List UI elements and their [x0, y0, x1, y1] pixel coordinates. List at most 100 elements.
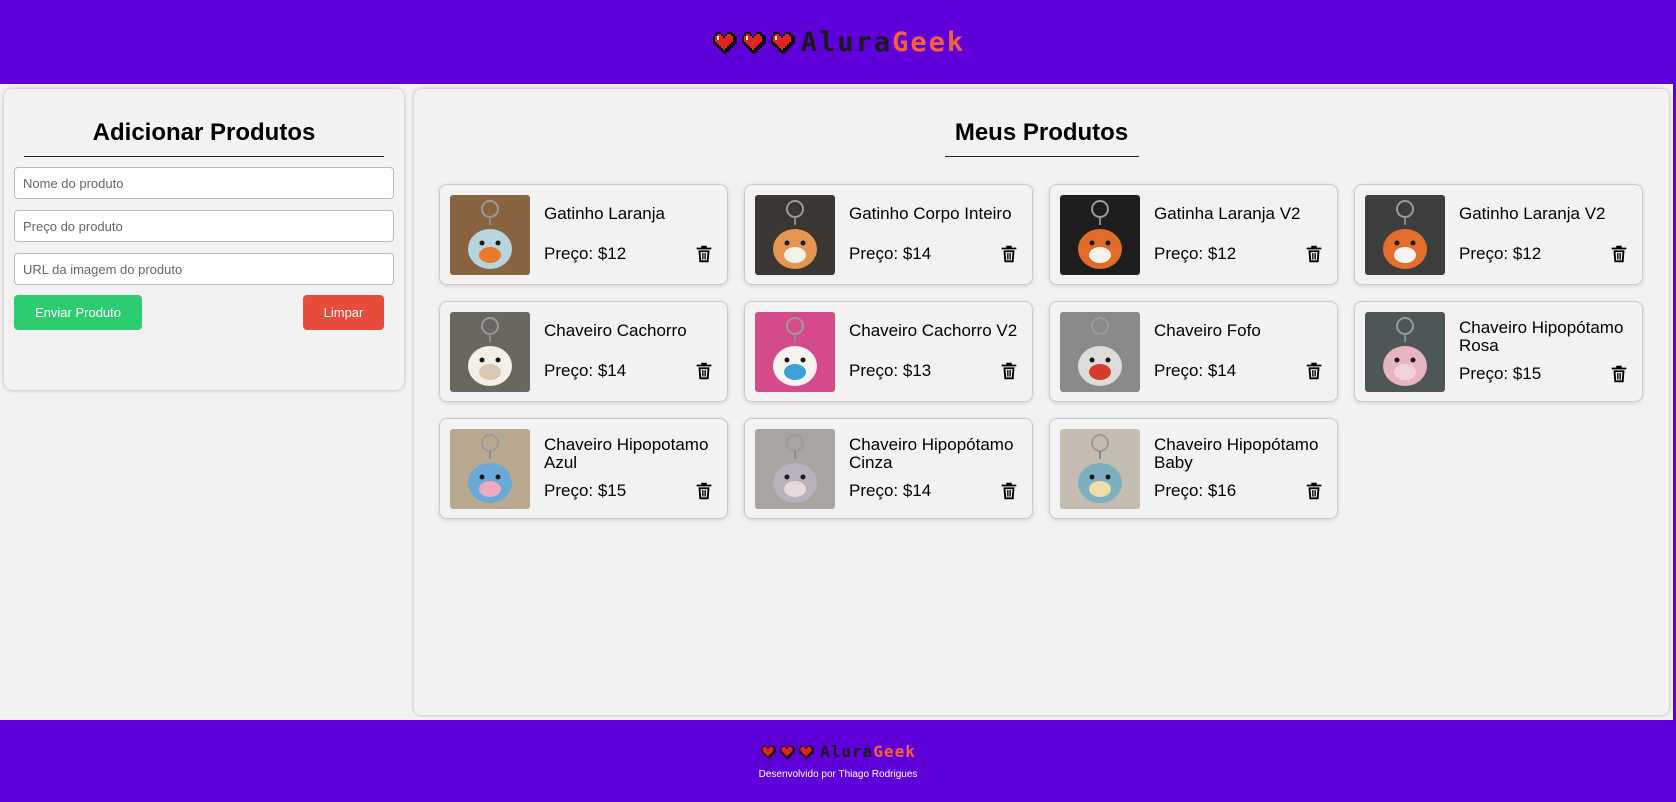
trash-icon[interactable]: [998, 360, 1020, 382]
product-image: [1060, 195, 1140, 275]
product-card: Gatinha Laranja V2 Preço: $12: [1049, 184, 1338, 285]
product-card: Gatinho Corpo Inteiro Preço: $14: [744, 184, 1033, 285]
add-product-panel: Adicionar Produtos Enviar Produto Limpar: [4, 89, 404, 390]
trash-icon[interactable]: [998, 480, 1020, 502]
product-card: Chaveiro Cachorro Preço: $14: [439, 301, 728, 402]
products-panel: Meus Produtos Gatinho Laranja Preço: $12 G…: [414, 89, 1669, 715]
product-name: Chaveiro Hipopótamo Baby: [1154, 434, 1319, 472]
pixel-heart-icon: [770, 32, 795, 54]
product-info: Gatinho Laranja Preço: $12: [544, 195, 715, 274]
trash-icon[interactable]: [693, 480, 715, 502]
product-card: Chaveiro Hipopotamo Azul Preço: $15: [439, 418, 728, 519]
footer-logo[interactable]: AluraGeek: [760, 742, 916, 761]
product-name: Gatinho Laranja V2: [1459, 203, 1606, 223]
product-image: [1060, 312, 1140, 392]
send-product-button[interactable]: Enviar Produto: [14, 295, 142, 330]
clear-form-button[interactable]: Limpar: [303, 295, 384, 330]
product-image: [450, 312, 530, 392]
product-name: Gatinho Laranja: [544, 203, 665, 223]
brand-logo[interactable]: AluraGeek: [711, 27, 965, 58]
product-info: Chaveiro Hipopotamo Azul Preço: $15: [544, 429, 715, 508]
site-header: AluraGeek: [0, 0, 1676, 84]
product-price: Preço: $14: [849, 480, 932, 500]
product-image: [450, 195, 530, 275]
pixel-heart-icon: [741, 32, 766, 54]
product-footer: Preço: $14: [849, 243, 1020, 265]
brand-suffix: Geek: [892, 26, 966, 58]
product-info: Chaveiro Cachorro V2 Preço: $13: [849, 312, 1020, 391]
product-name: Gatinho Corpo Inteiro: [849, 203, 1012, 223]
product-price: Preço: $15: [544, 480, 627, 500]
product-info: Chaveiro Hipopótamo Cinza Preço: $14: [849, 429, 1020, 508]
product-footer: Preço: $12: [1459, 243, 1630, 265]
trash-icon[interactable]: [693, 360, 715, 382]
trash-icon[interactable]: [693, 243, 715, 265]
product-info: Gatinho Corpo Inteiro Preço: $14: [849, 195, 1020, 274]
product-price: Preço: $12: [1154, 243, 1237, 263]
add-product-title: Adicionar Produtos: [92, 119, 316, 146]
product-image: [1060, 429, 1140, 509]
product-card: Chaveiro Hipopótamo Rosa Preço: $15: [1354, 301, 1643, 402]
brand-name: AluraGeek: [820, 742, 916, 761]
product-footer: Preço: $16: [1154, 480, 1325, 502]
product-price: Preço: $14: [1154, 360, 1237, 380]
product-card: Chaveiro Cachorro V2 Preço: $13: [744, 301, 1033, 402]
product-footer: Preço: $12: [544, 243, 715, 265]
brand-prefix: Alura: [820, 742, 874, 761]
product-image: [1365, 312, 1445, 392]
product-footer: Preço: $15: [544, 480, 715, 502]
product-name: Chaveiro Fofo: [1154, 320, 1261, 340]
product-image: [755, 429, 835, 509]
product-price: Preço: $15: [1459, 363, 1542, 383]
footer-credit: Desenvolvido por Thiago Rodrigues: [758, 769, 918, 780]
hearts-group: [711, 30, 795, 54]
trash-icon[interactable]: [1608, 363, 1630, 385]
trash-icon[interactable]: [1303, 480, 1325, 502]
product-card: Chaveiro Fofo Preço: $14: [1049, 301, 1338, 402]
trash-icon[interactable]: [1303, 243, 1325, 265]
trash-icon[interactable]: [1303, 360, 1325, 382]
product-price-input[interactable]: [14, 210, 394, 242]
product-image: [450, 429, 530, 509]
add-product-form: Enviar Produto Limpar: [4, 157, 404, 330]
hearts-group: [760, 744, 815, 759]
product-image-url-input[interactable]: [14, 253, 394, 285]
product-info: Chaveiro Hipopótamo Baby Preço: $16: [1154, 429, 1325, 508]
trash-icon[interactable]: [1608, 243, 1630, 265]
pixel-heart-icon: [712, 32, 737, 54]
product-price: Preço: $13: [849, 360, 932, 380]
product-footer: Preço: $12: [1154, 243, 1325, 265]
product-name: Chaveiro Hipopótamo Rosa: [1459, 317, 1624, 355]
product-name: Chaveiro Hipopotamo Azul: [544, 434, 709, 472]
product-info: Chaveiro Hipopótamo Rosa Preço: $15: [1459, 312, 1630, 391]
product-info: Chaveiro Fofo Preço: $14: [1154, 312, 1325, 391]
product-card: Gatinho Laranja V2 Preço: $12: [1354, 184, 1643, 285]
product-image: [1365, 195, 1445, 275]
product-name: Chaveiro Cachorro: [544, 320, 687, 340]
product-footer: Preço: $14: [849, 480, 1020, 502]
product-price: Preço: $16: [1154, 480, 1237, 500]
product-card: Chaveiro Hipopótamo Cinza Preço: $14: [744, 418, 1033, 519]
pixel-heart-icon: [780, 745, 796, 759]
brand-prefix: Alura: [800, 26, 893, 58]
product-image: [755, 195, 835, 275]
title-divider: [944, 156, 1139, 157]
product-image: [755, 312, 835, 392]
site-footer: AluraGeek Desenvolvido por Thiago Rodrig…: [0, 720, 1676, 802]
product-price: Preço: $14: [849, 243, 932, 263]
product-card: Chaveiro Hipopótamo Baby Preço: $16: [1049, 418, 1338, 519]
product-name-input[interactable]: [14, 167, 394, 199]
product-footer: Preço: $13: [849, 360, 1020, 382]
product-footer: Preço: $14: [1154, 360, 1325, 382]
product-info: Gatinha Laranja V2 Preço: $12: [1154, 195, 1325, 274]
product-name: Gatinha Laranja V2: [1154, 203, 1301, 223]
product-footer: Preço: $14: [544, 360, 715, 382]
pixel-heart-icon: [761, 745, 777, 759]
trash-icon[interactable]: [998, 243, 1020, 265]
brand-suffix: Geek: [873, 742, 916, 761]
product-price: Preço: $12: [544, 243, 627, 263]
product-card: Gatinho Laranja Preço: $12: [439, 184, 728, 285]
product-price: Preço: $14: [544, 360, 627, 380]
product-grid: Gatinho Laranja Preço: $12 Gatinho Corpo I…: [439, 184, 1643, 519]
product-name: Chaveiro Cachorro V2: [849, 320, 1018, 340]
